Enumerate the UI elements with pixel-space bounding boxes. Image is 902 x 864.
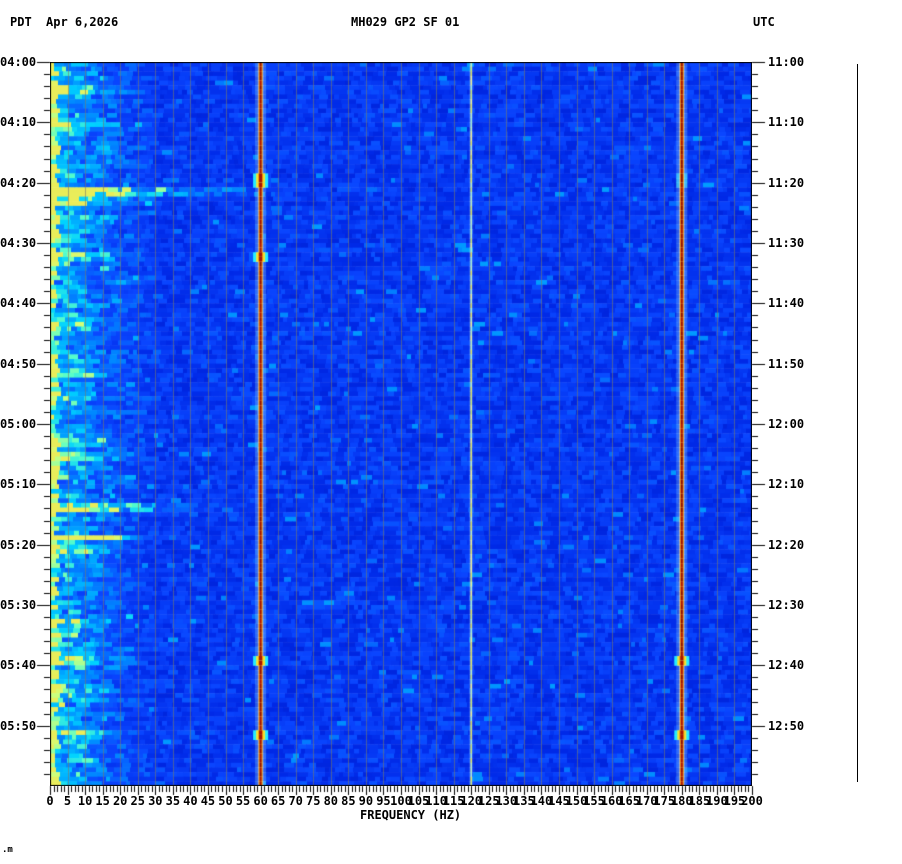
freq-tick-label: 200 — [741, 794, 763, 808]
freq-axis-title: FREQUENCY (HZ) — [360, 808, 462, 822]
time-label-right: 11:10 — [768, 115, 805, 130]
time-label-left: 04:30 — [0, 236, 37, 250]
time-label-left: 04:40 — [0, 296, 37, 311]
time-label-left: 04:10 — [0, 115, 37, 130]
time-label-right: 11:20 — [768, 175, 805, 190]
time-label-right: 12:40 — [768, 658, 805, 673]
time-label-left: 04:00 — [0, 55, 37, 69]
time-label-right: 12:30 — [768, 598, 805, 612]
time-label-left: 05:10 — [0, 477, 37, 492]
time-label-right: 12:00 — [768, 417, 805, 431]
time-label-right: 12:20 — [768, 537, 805, 552]
time-label-right: 11:00 — [768, 55, 805, 69]
time-label-left: 05:50 — [0, 718, 37, 733]
time-label-left: 04:20 — [0, 175, 37, 190]
time-label-right: 11:40 — [768, 296, 805, 311]
time-label-right: 11:30 — [768, 236, 805, 250]
time-label-left: 05:30 — [0, 598, 37, 612]
spectrogram-canvas — [50, 62, 752, 786]
time-label-right: 12:10 — [768, 477, 805, 492]
time-label-left: 05:40 — [0, 658, 37, 673]
corner-artifact: .m — [2, 845, 13, 855]
time-label-left: 04:50 — [0, 356, 37, 371]
time-label-right: 12:50 — [768, 718, 805, 733]
time-label-left: 05:20 — [0, 537, 37, 552]
scale-reference-line — [857, 64, 858, 782]
time-label-right: 11:50 — [768, 356, 805, 371]
time-label-left: 05:00 — [0, 417, 37, 431]
